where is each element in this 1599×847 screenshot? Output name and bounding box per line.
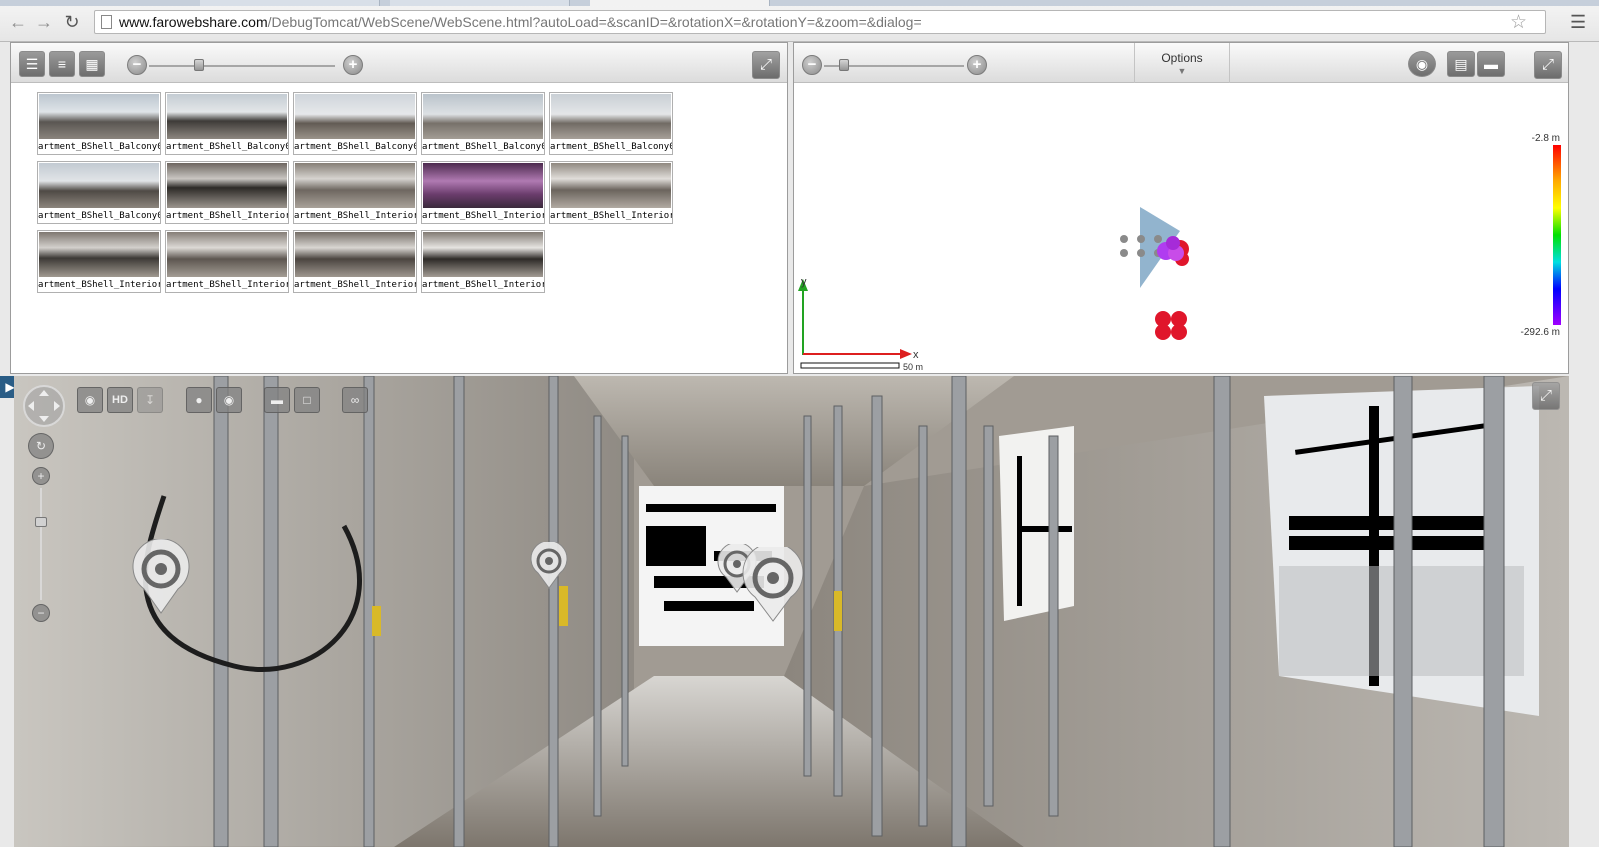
scan-location-pin-icon[interactable] <box>529 542 569 590</box>
tab-strip <box>0 0 1599 6</box>
rotate-icon[interactable]: ↻ <box>28 433 54 459</box>
download-icon[interactable]: ↧ <box>137 387 163 413</box>
ruler-icon[interactable]: ▬ <box>264 387 290 413</box>
scale-bar <box>800 362 900 369</box>
thumb-size-slider-handle[interactable] <box>194 59 204 71</box>
link-icon[interactable]: ∞ <box>342 387 368 413</box>
scan-thumbnail-label: artment_BShell_Balcony0( <box>38 142 160 152</box>
options-dropdown[interactable]: Options ▼ <box>1134 43 1230 83</box>
scan-thumbnail-label: artment_BShell_Interior0( <box>422 280 544 290</box>
scan-thumbnail-label: artment_BShell_Balcony0( <box>422 142 544 152</box>
address-bar[interactable]: www.farowebshare.com/DebugTomcat/WebScen… <box>94 10 1546 34</box>
map-canvas[interactable]: -2.8 m -292.6 m y x 50 m <box>794 83 1568 373</box>
scan-thumbnail-label: artment_BShell_Interior0( <box>166 211 288 221</box>
scan-thumbnail-label: artment_BShell_Balcony0( <box>550 142 672 152</box>
scan-thumbnail[interactable]: artment_BShell_Balcony0( <box>37 92 161 155</box>
window-middle <box>999 426 1074 621</box>
zoom-in-icon[interactable]: + <box>343 55 363 75</box>
menu-icon[interactable]: ☰ <box>1570 12 1586 33</box>
pan-control[interactable] <box>22 384 66 428</box>
list-toolbar: ☰ ≡ ▦ − + ⤢ <box>11 43 787 83</box>
scan-thumbnail-label: artment_BShell_Interior0( <box>294 211 416 221</box>
measure-icon[interactable]: ▬ <box>1477 51 1505 77</box>
scan-thumbnail[interactable]: artment_BShell_Interior0( <box>37 230 161 293</box>
scan-thumbnail[interactable]: artment_BShell_Interior0( <box>293 230 417 293</box>
color-mode-icon[interactable]: ◉ <box>77 387 103 413</box>
scan-thumbnail-label: artment_BShell_Balcony0( <box>38 211 160 221</box>
scan-thumbnail[interactable]: artment_BShell_Balcony0( <box>549 92 673 155</box>
url-host: www.farowebshare.com <box>119 14 268 30</box>
zoom-in-icon[interactable]: + <box>32 467 50 485</box>
scan-thumbnail[interactable]: artment_BShell_Interior0( <box>549 161 673 224</box>
location-pin-icon[interactable]: ● <box>186 387 212 413</box>
layers-icon[interactable]: ▤ <box>1447 51 1475 77</box>
bookmark-star-icon[interactable]: ☆ <box>1510 11 1527 34</box>
scan-thumbnail[interactable]: artment_BShell_Interior0( <box>165 161 289 224</box>
fullscreen-icon[interactable]: ⤢ <box>1532 382 1560 410</box>
pano-zoom-slider[interactable] <box>40 488 42 600</box>
scan-location-pin-icon[interactable] <box>130 539 192 615</box>
scan-thumbnail-label: artment_BShell_Interior0( <box>550 211 672 221</box>
scan-thumbnail[interactable]: artment_BShell_Interior0( <box>421 161 545 224</box>
browser-toolbar: ← → ↻ www.farowebshare.com/DebugTomcat/W… <box>0 0 1599 42</box>
document-icon[interactable]: □ <box>294 387 320 413</box>
eye-icon[interactable]: ◉ <box>216 387 242 413</box>
back-icon[interactable]: ← <box>8 12 28 32</box>
scan-location-pin-icon[interactable] <box>740 547 806 623</box>
list-view-icon[interactable]: ☰ <box>19 51 45 77</box>
scale-bottom-label: -292.6 m <box>1521 327 1560 338</box>
zoom-out-icon[interactable]: − <box>127 55 147 75</box>
scan-thumbnail[interactable]: artment_BShell_Balcony0( <box>37 161 161 224</box>
scan-thumbnail[interactable]: artment_BShell_Interior0( <box>421 230 545 293</box>
scan-thumbnail-label: artment_BShell_Interior0( <box>166 280 288 290</box>
scale-top-label: -2.8 m <box>1532 133 1560 144</box>
forward-icon[interactable]: → <box>34 12 54 32</box>
fullscreen-icon[interactable]: ⤢ <box>752 51 780 79</box>
scan-thumbnail-label: artment_BShell_Interior0( <box>294 280 416 290</box>
browser-tab-active[interactable] <box>590 0 770 6</box>
x-axis-label: x <box>913 349 919 361</box>
detail-view-icon[interactable]: ≡ <box>49 51 75 77</box>
scale-bar-label: 50 m <box>903 362 923 372</box>
scan-thumbnail[interactable]: artment_BShell_Balcony0( <box>293 92 417 155</box>
fullscreen-icon[interactable]: ⤢ <box>1534 51 1562 79</box>
browser-tab[interactable] <box>200 0 380 6</box>
scan-thumbnail-label: artment_BShell_Interior0( <box>38 280 160 290</box>
map-toolbar: − + Options ▼ ◉ ▤ ▬ ⤢ <box>794 43 1568 83</box>
y-axis-label: y <box>801 276 807 288</box>
hd-button[interactable]: HD <box>107 387 133 413</box>
height-color-scale <box>1553 145 1561 325</box>
eye-icon[interactable]: ◉ <box>1408 51 1436 77</box>
panorama-viewer[interactable]: ↻ + − ◉ HD ↧ ● ◉ ▬ □ ∞ ⤢ <box>14 376 1569 847</box>
pano-zoom-slider-handle[interactable] <box>35 517 47 527</box>
scan-thumbnail-label: artment_BShell_Interior0( <box>422 211 544 221</box>
browser-tab[interactable] <box>390 0 570 6</box>
x-axis-arrow <box>900 349 912 359</box>
scan-thumbnail[interactable]: artment_BShell_Balcony0( <box>421 92 545 155</box>
thumb-size-slider[interactable] <box>149 65 335 67</box>
zoom-out-icon[interactable]: − <box>32 604 50 622</box>
chevron-down-icon: ▼ <box>1177 66 1187 76</box>
url-path: /DebugTomcat/WebScene/WebScene.html?auto… <box>267 14 922 30</box>
scan-markers-red[interactable] <box>1155 311 1187 340</box>
grid-view-icon[interactable]: ▦ <box>79 51 105 77</box>
reload-icon[interactable]: ↻ <box>62 12 82 32</box>
page-icon <box>101 15 112 29</box>
scan-thumbnail[interactable]: artment_BShell_Interior0( <box>293 161 417 224</box>
map-panel: − + Options ▼ ◉ ▤ ▬ ⤢ -2.8 m -292.6 m y … <box>793 42 1569 374</box>
map-zoom-slider-handle[interactable] <box>839 59 849 71</box>
zoom-in-icon[interactable]: + <box>967 55 987 75</box>
scan-thumbnail[interactable]: artment_BShell_Interior0( <box>165 230 289 293</box>
scan-thumbnail-label: artment_BShell_Balcony0( <box>294 142 416 152</box>
scan-thumbnail[interactable]: artment_BShell_Balcony0( <box>165 92 289 155</box>
scan-thumbnail-label: artment_BShell_Balcony0( <box>166 142 288 152</box>
zoom-out-icon[interactable]: − <box>802 55 822 75</box>
options-label: Options <box>1161 51 1203 65</box>
